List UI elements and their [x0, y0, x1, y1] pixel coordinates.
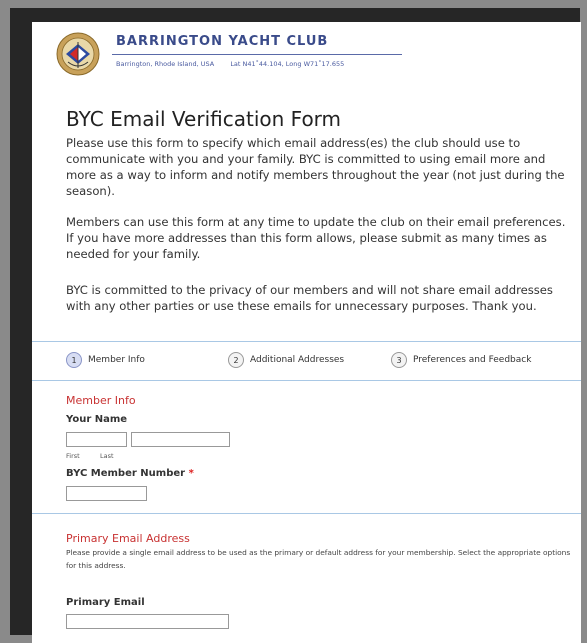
primary-email-input[interactable]	[66, 614, 229, 629]
form-page: BARRINGTON YACHT CLUB Barrington, Rhode …	[32, 22, 581, 643]
intro-paragraph-2: Members can use this form at any time to…	[66, 215, 566, 261]
member-number-label: BYC Member Number *	[66, 468, 194, 479]
member-number-label-text: BYC Member Number	[66, 468, 186, 479]
section-divider	[32, 513, 581, 514]
club-location: Barrington, Rhode Island, USA Lat N41˚44…	[116, 60, 358, 68]
step-label: Additional Addresses	[250, 355, 345, 365]
step-label: Member Info	[88, 355, 145, 365]
step-number: 2	[228, 352, 244, 368]
member-info-section-title: Member Info	[66, 394, 136, 407]
first-name-sublabel: First	[66, 452, 80, 460]
header-rule	[112, 54, 402, 55]
step-member-info[interactable]: 1 Member Info	[66, 352, 145, 368]
page-title: BYC Email Verification Form	[66, 107, 342, 131]
steps-bottom-divider	[32, 380, 581, 381]
step-additional-addresses[interactable]: 2 Additional Addresses	[228, 352, 344, 368]
intro-paragraph-1: Please use this form to specify which em…	[66, 136, 565, 198]
last-name-sublabel: Last	[100, 452, 114, 460]
step-label: Preferences and Feedback	[413, 355, 532, 365]
club-logo-icon	[56, 32, 100, 76]
step-preferences-feedback[interactable]: 3 Preferences and Feedback	[391, 352, 531, 368]
step-number: 1	[66, 352, 82, 368]
form-steps: 1 Member Info 2 Additional Addresses 3 P…	[66, 352, 566, 372]
required-mark: *	[188, 468, 194, 479]
club-header: BARRINGTON YACHT CLUB Barrington, Rhode …	[56, 28, 576, 92]
coordinates-text: Lat N41˚44.104, Long W71˚17.655	[230, 60, 345, 68]
primary-email-section-title: Primary Email Address	[66, 532, 190, 545]
primary-email-label: Primary Email	[66, 597, 145, 608]
first-name-input[interactable]	[66, 432, 127, 447]
intro-paragraph-3: BYC is committed to the privacy of our m…	[66, 283, 553, 313]
steps-top-divider	[32, 341, 581, 342]
last-name-input[interactable]	[131, 432, 230, 447]
location-text: Barrington, Rhode Island, USA	[116, 60, 215, 68]
step-number: 3	[391, 352, 407, 368]
primary-email-help-text: Please provide a single email address to…	[66, 548, 571, 570]
window-frame: BARRINGTON YACHT CLUB Barrington, Rhode …	[10, 8, 581, 643]
member-number-input[interactable]	[66, 486, 147, 501]
your-name-label: Your Name	[66, 414, 128, 425]
club-name: BARRINGTON YACHT CLUB	[116, 34, 329, 49]
